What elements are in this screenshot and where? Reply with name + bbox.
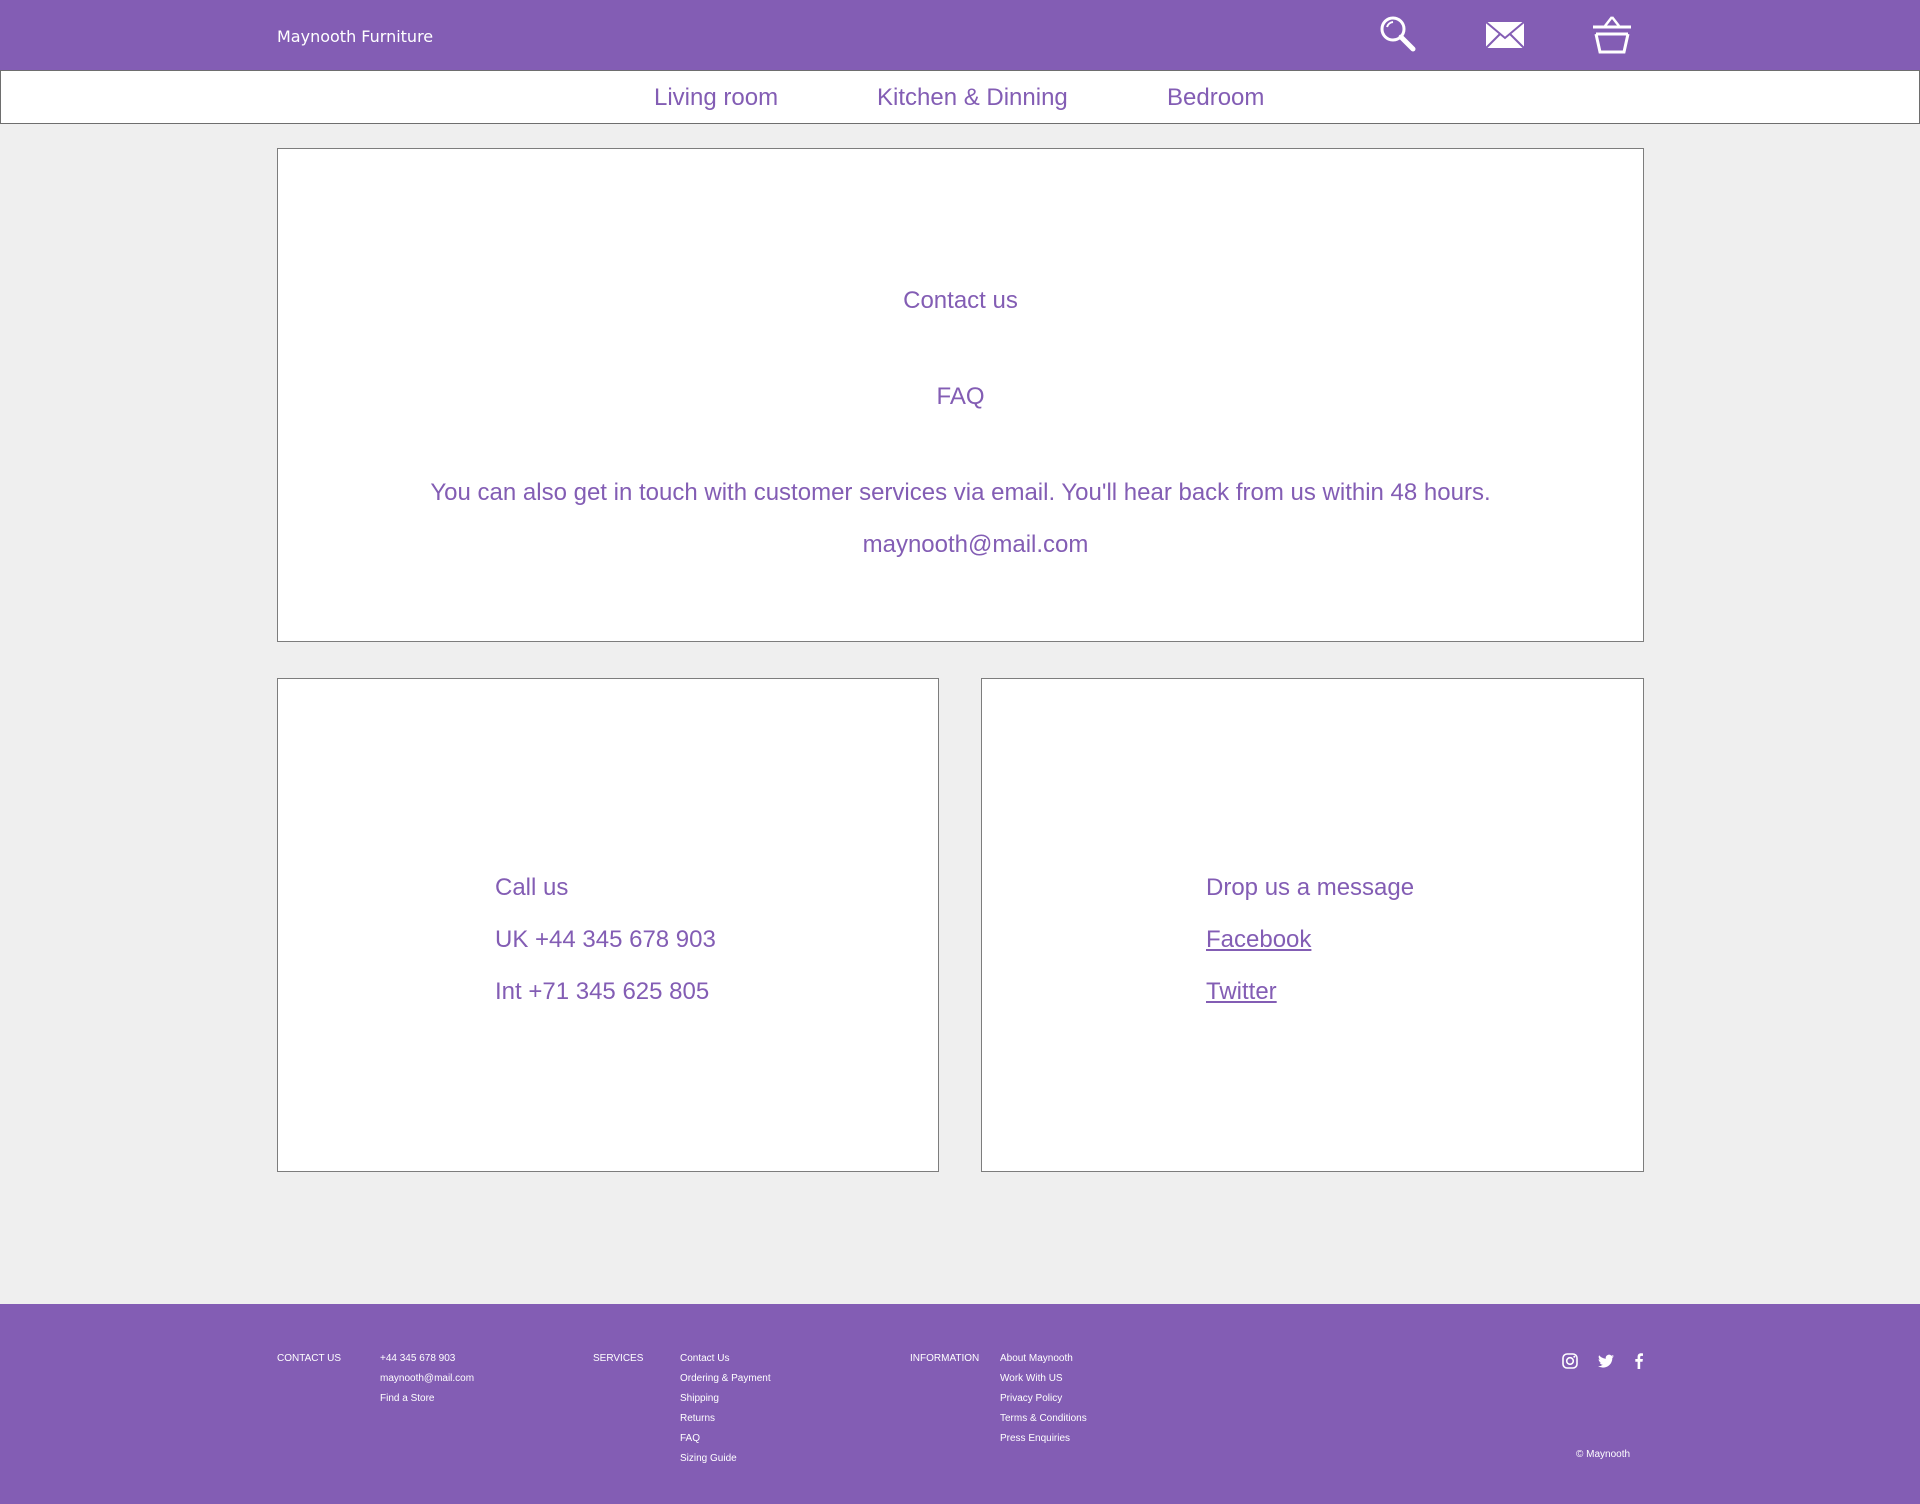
search-icon[interactable]	[1377, 14, 1419, 56]
footer-services-list: Contact Us Ordering & Payment Shipping R…	[680, 1353, 771, 1473]
contact-panel: Contact us FAQ You can also get in touch…	[277, 148, 1644, 642]
copyright: © Maynooth	[1576, 1449, 1631, 1460]
call-info: Call us UK +44 345 678 903 Int +71 345 6…	[495, 874, 716, 1030]
call-heading: Call us	[495, 874, 569, 901]
footer-information-list: About Maynooth Work With US Privacy Poli…	[1000, 1353, 1087, 1453]
instagram-icon[interactable]	[1561, 1352, 1579, 1370]
twitter-icon[interactable]	[1597, 1352, 1615, 1370]
uk-phone[interactable]: UK +44 345 678 903	[495, 926, 716, 978]
top-bar: Maynooth Furniture	[0, 0, 1920, 70]
footer-link-terms[interactable]: Terms & Conditions	[1000, 1413, 1087, 1433]
facebook-link[interactable]: Facebook	[1206, 926, 1311, 978]
footer-link-contact-us[interactable]: Contact Us	[680, 1353, 771, 1373]
message-heading: Drop us a message	[1206, 874, 1415, 901]
message-panel: Drop us a message Facebook Twitter	[981, 678, 1644, 1172]
basket-icon[interactable]	[1591, 14, 1633, 56]
footer-link-ordering-payment[interactable]: Ordering & Payment	[680, 1373, 771, 1393]
contact-email[interactable]: maynooth@mail.com	[293, 531, 1658, 559]
nav-item-kitchen-dinning[interactable]: Kitchen & Dinning	[877, 84, 1068, 112]
footer-services-heading: SERVICES	[593, 1353, 644, 1364]
footer-contact-list: +44 345 678 903 maynooth@mail.com Find a…	[380, 1353, 474, 1413]
footer-link-press[interactable]: Press Enquiries	[1000, 1433, 1087, 1453]
main-nav: Living room Kitchen & Dinning Bedroom	[0, 70, 1920, 124]
footer-link-returns[interactable]: Returns	[680, 1413, 771, 1433]
faq-link[interactable]: FAQ	[278, 383, 1643, 411]
facebook-icon[interactable]	[1630, 1352, 1648, 1370]
footer-email[interactable]: maynooth@mail.com	[380, 1373, 474, 1393]
footer: CONTACT US +44 345 678 903 maynooth@mail…	[0, 1304, 1920, 1504]
footer-contact-heading: CONTACT US	[277, 1353, 342, 1364]
footer-find-store[interactable]: Find a Store	[380, 1393, 474, 1413]
contact-heading: Contact us	[903, 287, 1018, 314]
brand-name[interactable]: Maynooth Furniture	[277, 27, 433, 46]
footer-link-faq[interactable]: FAQ	[680, 1433, 771, 1453]
intl-phone[interactable]: Int +71 345 625 805	[495, 978, 716, 1030]
footer-link-work-with-us[interactable]: Work With US	[1000, 1373, 1087, 1393]
footer-link-about[interactable]: About Maynooth	[1000, 1353, 1087, 1373]
footer-link-sizing-guide[interactable]: Sizing Guide	[680, 1453, 771, 1473]
footer-link-shipping[interactable]: Shipping	[680, 1393, 771, 1413]
footer-phone[interactable]: +44 345 678 903	[380, 1353, 474, 1373]
nav-item-living-room[interactable]: Living room	[654, 84, 778, 112]
footer-information-heading: INFORMATION	[910, 1353, 980, 1364]
mail-icon[interactable]	[1484, 14, 1526, 56]
call-panel: Call us UK +44 345 678 903 Int +71 345 6…	[277, 678, 939, 1172]
message-info: Drop us a message Facebook Twitter	[1206, 874, 1414, 1030]
email-note: You can also get in touch with customer …	[430, 479, 1491, 506]
twitter-link[interactable]: Twitter	[1206, 978, 1277, 1030]
nav-item-bedroom[interactable]: Bedroom	[1167, 84, 1264, 112]
footer-link-privacy-policy[interactable]: Privacy Policy	[1000, 1393, 1087, 1413]
